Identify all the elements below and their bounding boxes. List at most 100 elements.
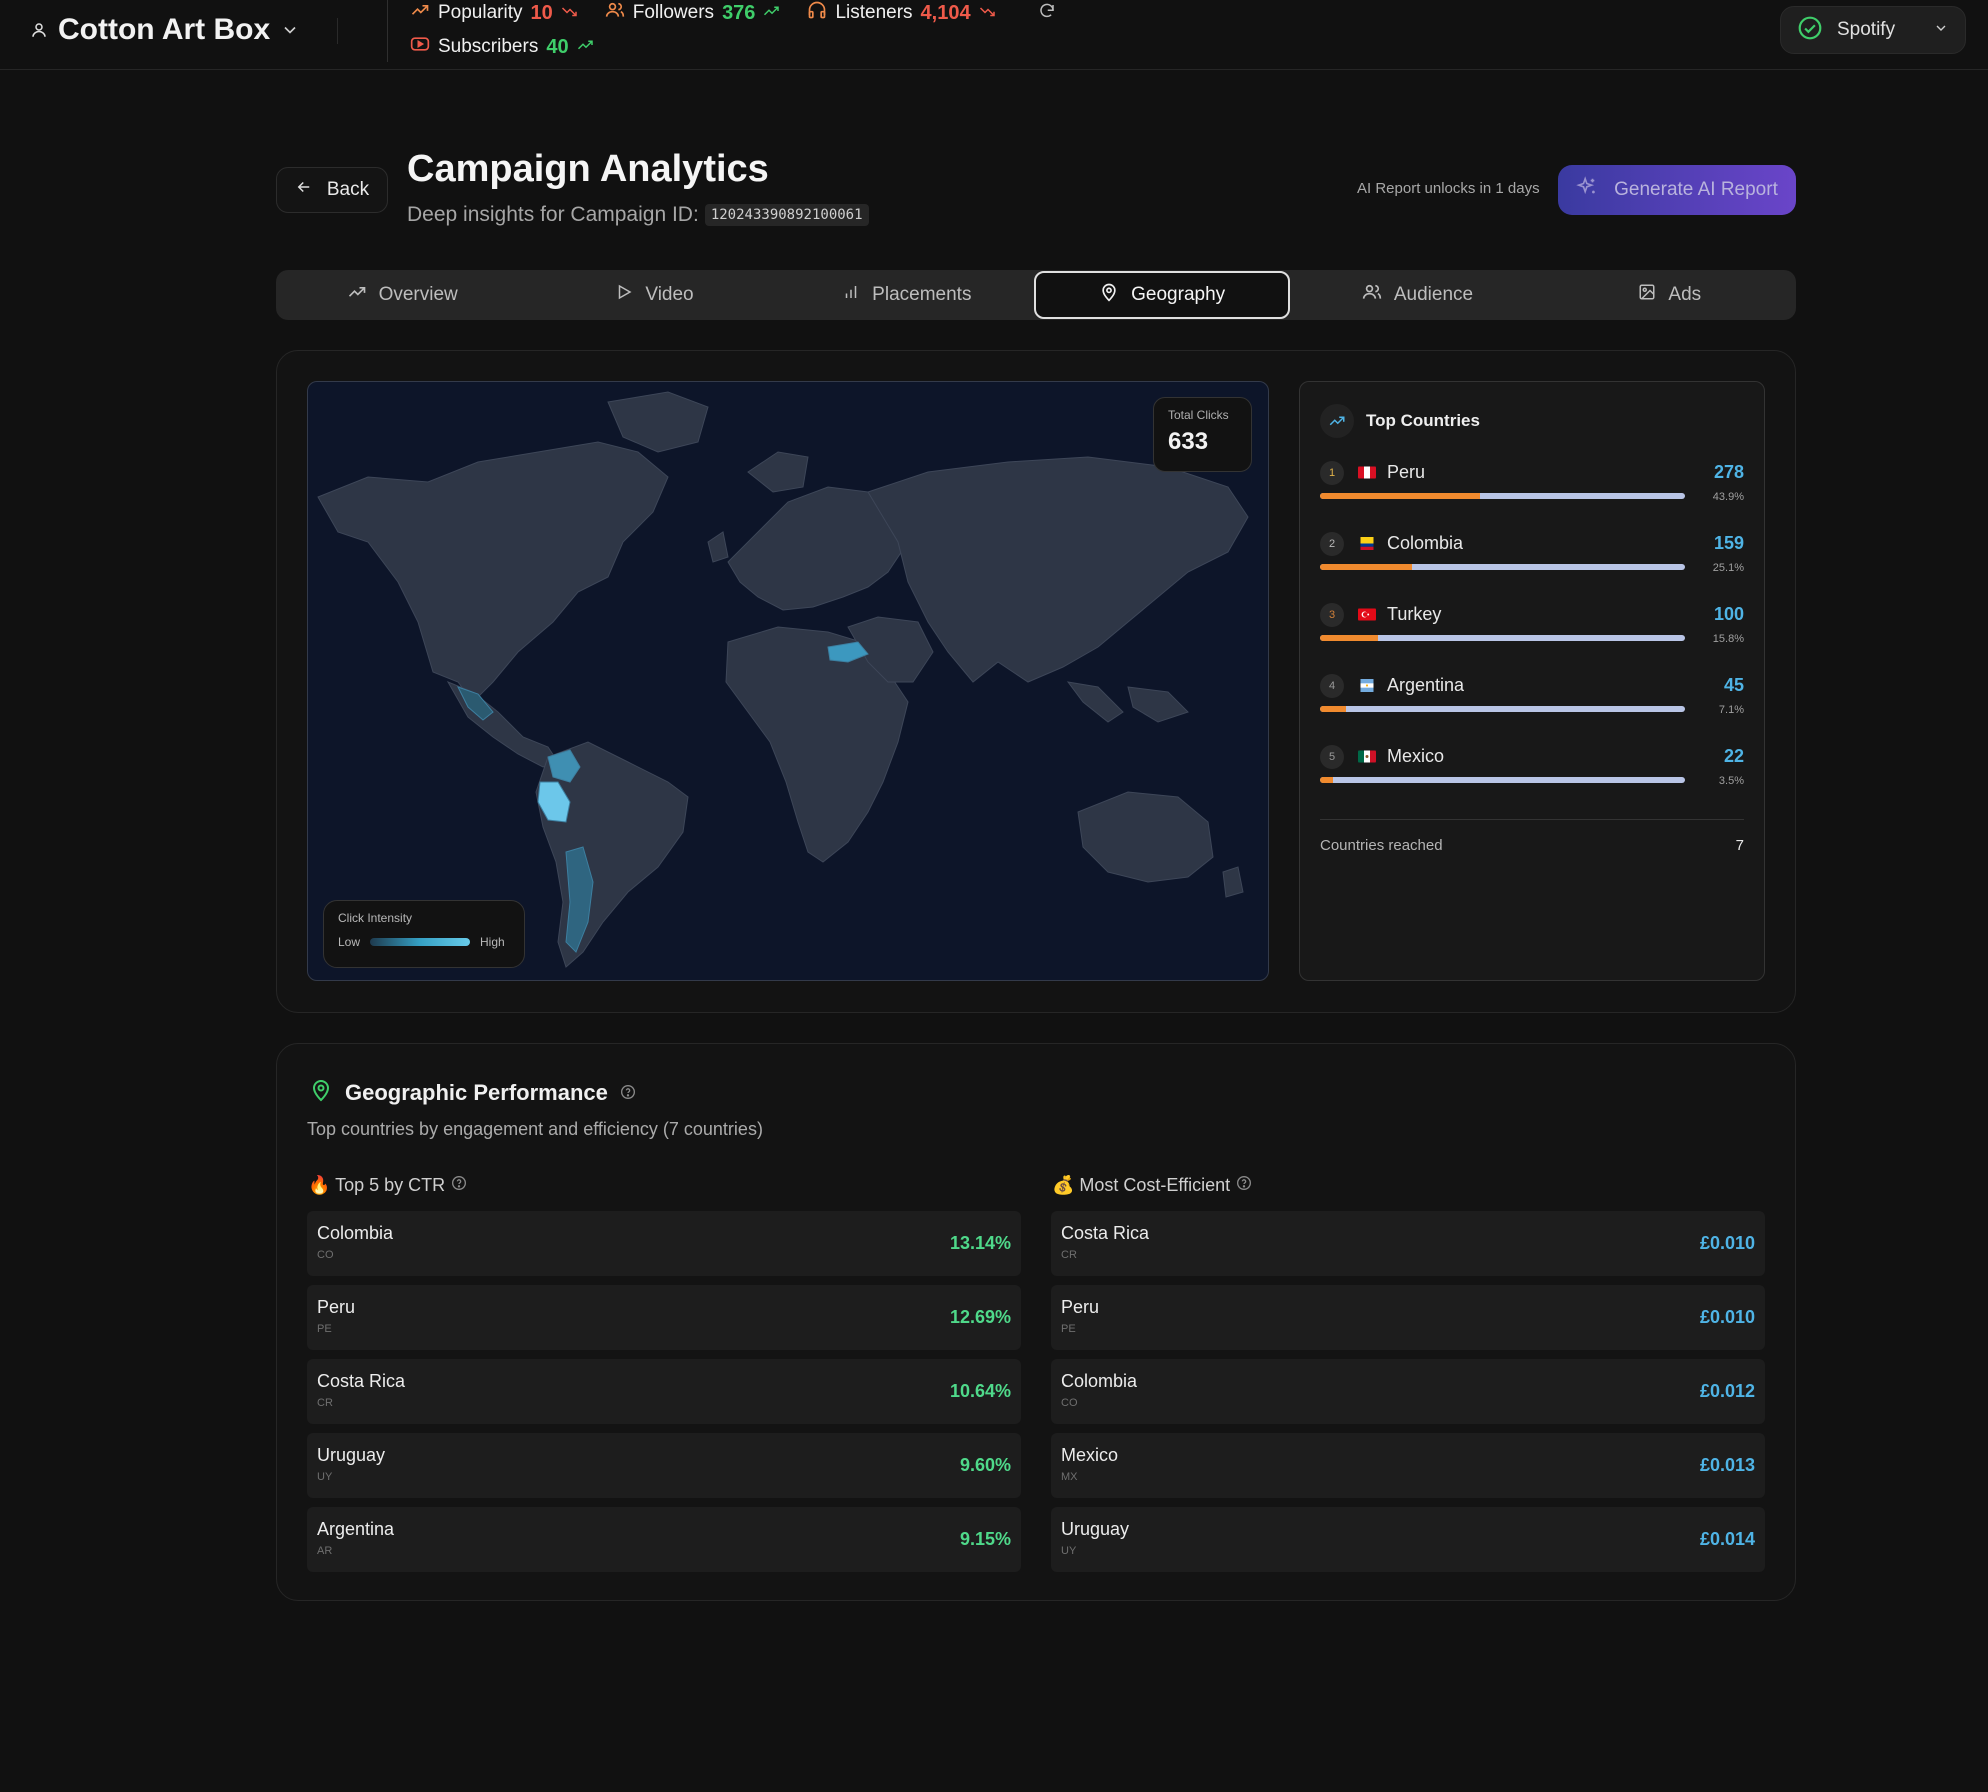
stat-label: Subscribers [438, 36, 539, 57]
share-bar [1320, 564, 1685, 570]
share-bar-fill [1320, 564, 1412, 570]
map-pin-icon [309, 1078, 333, 1108]
tab-video[interactable]: Video [528, 270, 780, 320]
help-icon[interactable] [451, 1175, 467, 1196]
countries-reached-label: Countries reached [1320, 837, 1443, 854]
trend-icon [347, 282, 367, 308]
ctr-value: 13.14% [949, 1233, 1011, 1253]
country-row-peru[interactable]: 1 Peru 278 43.9% [1320, 461, 1744, 521]
help-icon[interactable] [1236, 1175, 1252, 1196]
ctr-value: 9.60% [959, 1455, 1011, 1475]
ctr-value: 10.64% [949, 1381, 1011, 1401]
ctr-row[interactable]: Uruguay UY 9.60% [307, 1433, 1021, 1498]
tab-audience[interactable]: Audience [1291, 270, 1543, 320]
refresh-icon[interactable] [1038, 2, 1056, 25]
cost-column-header: 💰 Most Cost-Efficient [1052, 1175, 1252, 1196]
cost-row[interactable]: Colombia CO £0.012 [1051, 1359, 1765, 1424]
total-clicks-label: Total Clicks [1168, 408, 1229, 422]
tab-label: Ads [1668, 284, 1702, 305]
rank-badge: 2 [1320, 532, 1344, 556]
platform-selector[interactable]: Spotify [1780, 6, 1966, 54]
arrow-left-icon [295, 178, 313, 202]
stat-popularity: Popularity 10 [410, 0, 579, 26]
page-subtitle: Deep insights for Campaign ID: 120243390… [407, 203, 869, 227]
platform-name: Spotify [1837, 19, 1896, 40]
share-bar [1320, 493, 1685, 499]
ctr-row[interactable]: Costa Rica CR 10.64% [307, 1359, 1021, 1424]
rank-badge: 5 [1320, 745, 1344, 769]
cost-value: £0.014 [1699, 1529, 1755, 1549]
ctr-row[interactable]: Argentina AR 9.15% [307, 1507, 1021, 1572]
share-bar [1320, 706, 1685, 712]
flag-icon [1358, 466, 1376, 479]
back-button[interactable]: Back [276, 167, 388, 213]
tab-ads[interactable]: Ads [1544, 270, 1796, 320]
legend-title: Click Intensity [338, 911, 413, 925]
stat-value: 10 [530, 1, 553, 24]
rank-badge: 3 [1320, 603, 1344, 627]
country-row-colombia[interactable]: 2 Colombia 159 25.1% [1320, 532, 1744, 592]
trend-up-icon [763, 2, 781, 24]
country-name: Mexico [1387, 746, 1445, 766]
share-bar-fill [1320, 635, 1378, 641]
ctr-value: 12.69% [949, 1307, 1011, 1327]
cost-row[interactable]: Costa Rica CR £0.010 [1051, 1211, 1765, 1276]
rank-badge: 4 [1320, 674, 1344, 698]
ctr-column-header: 🔥 Top 5 by CTR [308, 1175, 467, 1196]
tab-overview[interactable]: Overview [276, 270, 528, 320]
ctr-row[interactable]: Peru PE 12.69% [307, 1285, 1021, 1350]
ctr-row[interactable]: Colombia CO 13.14% [307, 1211, 1021, 1276]
country-row-mexico[interactable]: 5 Mexico 22 3.5% [1320, 745, 1744, 805]
divider [387, 0, 388, 62]
country-share: 15.8% [1712, 633, 1744, 645]
ai-button-label: Generate AI Report [1614, 179, 1778, 200]
trend-down-icon [561, 2, 579, 24]
country-code: PE [1061, 1323, 1076, 1335]
geographic-performance-card: Geographic Performance Top countries by … [276, 1043, 1796, 1601]
artist-selector[interactable]: Cotton Art Box [30, 12, 300, 48]
bar-chart-icon [842, 283, 860, 307]
generate-ai-report-button[interactable]: Generate AI Report [1558, 165, 1796, 215]
tab-label: Audience [1393, 284, 1474, 305]
country-code: MX [1061, 1471, 1078, 1483]
trend-up-icon [577, 36, 595, 58]
stat-label: Followers [632, 2, 715, 23]
sparkles-icon [1576, 176, 1598, 204]
country-code: UY [317, 1471, 333, 1483]
country-row-argentina[interactable]: 4 Argentina 45 7.1% [1320, 674, 1744, 734]
country-name: Turkey [1387, 604, 1442, 624]
check-circle-icon [1797, 15, 1823, 46]
ctr-title: 🔥 Top 5 by CTR [308, 1175, 446, 1195]
ai-report-note: AI Report unlocks in 1 days [1357, 180, 1540, 197]
stat-value: 376 [722, 1, 756, 24]
tab-placements[interactable]: Placements [781, 270, 1033, 320]
country-row-turkey[interactable]: 3 Turkey 100 15.8% [1320, 603, 1744, 663]
total-clicks-value: 633 [1168, 428, 1209, 455]
tab-geography[interactable]: Geography [1033, 271, 1291, 319]
country-code: UY [1061, 1545, 1077, 1557]
help-icon[interactable] [620, 1080, 636, 1106]
world-map[interactable]: Total Clicks 633 Click Intensity Low Hig… [307, 381, 1269, 981]
country-name: Uruguay [1061, 1519, 1130, 1539]
flag-icon [1358, 608, 1376, 621]
subtitle-text: Deep insights for Campaign ID: [407, 203, 699, 226]
performance-title: Geographic Performance [345, 1080, 608, 1105]
share-bar [1320, 635, 1685, 641]
share-bar-fill [1320, 493, 1481, 499]
country-code: CR [1061, 1249, 1077, 1261]
stat-value: 40 [546, 35, 569, 58]
cost-title: 💰 Most Cost-Efficient [1052, 1175, 1231, 1195]
cost-value: £0.012 [1699, 1381, 1755, 1401]
cost-row[interactable]: Mexico MX £0.013 [1051, 1433, 1765, 1498]
users-icon [1362, 282, 1382, 308]
top-countries-header: Top Countries [1320, 404, 1480, 438]
trend-icon [1320, 404, 1354, 438]
tab-bar: Overview Video Placements Geography Audi… [276, 270, 1796, 320]
flag-icon [1358, 750, 1376, 763]
country-clicks: 159 [1713, 533, 1744, 553]
cost-row[interactable]: Peru PE £0.010 [1051, 1285, 1765, 1350]
country-share: 3.5% [1718, 775, 1744, 787]
legend-high: High [480, 935, 505, 949]
share-bar [1320, 777, 1685, 783]
cost-row[interactable]: Uruguay UY £0.014 [1051, 1507, 1765, 1572]
